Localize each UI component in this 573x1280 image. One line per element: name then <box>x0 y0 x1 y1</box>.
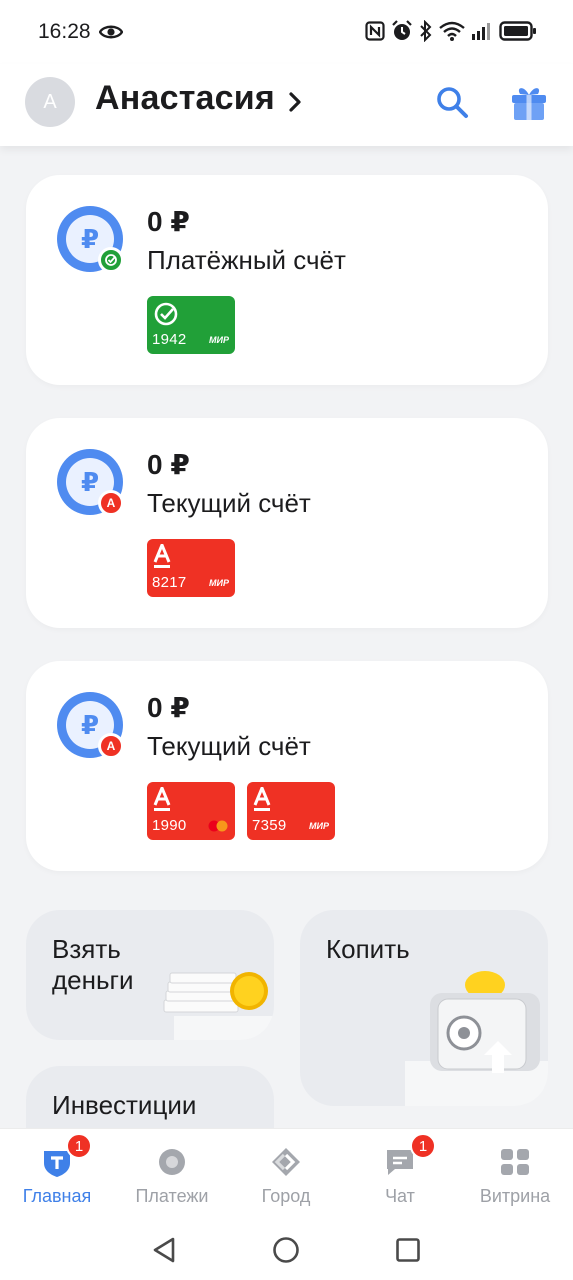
tile-label: Копить <box>326 934 410 964</box>
account-balance: 0 ₽ <box>147 206 190 237</box>
account-title: Текущий счёт <box>147 731 311 761</box>
battery-icon <box>499 21 536 41</box>
tile-label: Взять деньги <box>52 934 134 995</box>
notification-badge: 1 <box>410 1133 436 1159</box>
nav-showcase[interactable]: Витрина <box>458 1129 572 1219</box>
account-balance: 0 ₽ <box>147 449 190 480</box>
nav-payments[interactable]: Платежи <box>115 1129 229 1219</box>
nav-chat[interactable]: 1 Чат <box>343 1129 457 1219</box>
tile-label: Инвестиции <box>52 1090 197 1120</box>
showcase-grid-icon <box>501 1149 529 1175</box>
nav-label: Чат <box>385 1186 415 1206</box>
alfa-badge-icon: А <box>98 733 124 759</box>
mir-logo: МИР <box>209 578 229 588</box>
back-icon[interactable] <box>151 1236 177 1264</box>
wifi-icon <box>439 21 465 41</box>
card-number: 1942 <box>152 331 187 348</box>
home-circle-icon[interactable] <box>272 1236 300 1264</box>
nav-home[interactable]: 1 Главная <box>0 1129 114 1219</box>
alfa-logo-icon <box>253 787 271 811</box>
top-header: А Анастасия <box>0 64 573 146</box>
status-icons <box>365 20 537 42</box>
nav-label: Витрина <box>479 1186 551 1206</box>
sber-badge-icon <box>98 247 124 273</box>
avatar[interactable]: А <box>25 77 75 127</box>
payments-icon <box>159 1149 185 1175</box>
account-title: Платёжный счёт <box>147 245 346 275</box>
bank-card-8217[interactable]: 8217 МИР <box>147 539 235 597</box>
nav-label: Главная <box>22 1186 92 1206</box>
recents-square-icon[interactable] <box>395 1237 421 1263</box>
sber-logo-icon <box>154 302 178 326</box>
bottom-navigation: 1 Главная Платежи Город 1 Чат Витрина <box>0 1128 573 1218</box>
alfa-badge-icon: А <box>98 490 124 516</box>
bank-card-1990[interactable]: 1990 <box>147 782 235 840</box>
nav-label: Город <box>261 1186 311 1206</box>
alarm-icon <box>392 20 412 40</box>
bank-card-1942[interactable]: 1942 МИР <box>147 296 235 354</box>
eye-icon <box>99 25 123 39</box>
account-card-payment[interactable]: ₽ 0 ₽ Платёжный счёт 1942 МИР <box>26 175 548 385</box>
safe-box-icon <box>405 971 548 1106</box>
gift-icon[interactable] <box>510 82 548 122</box>
save-money-tile[interactable]: Копить <box>300 910 548 1106</box>
borrow-money-tile[interactable]: Взять деньги <box>26 910 274 1040</box>
money-stack-icon <box>163 972 274 1040</box>
signal-icon <box>472 23 490 40</box>
account-title: Текущий счёт <box>147 488 311 518</box>
bank-card-7359[interactable]: 7359 МИР <box>247 782 335 840</box>
profile-name[interactable]: Анастасия <box>95 79 275 118</box>
alfa-logo-icon <box>153 544 171 568</box>
notification-badge: 1 <box>66 1133 92 1159</box>
system-navigation-bar <box>0 1218 573 1280</box>
nav-city[interactable]: Город <box>229 1129 343 1219</box>
bluetooth-icon <box>420 20 432 42</box>
search-icon[interactable] <box>434 84 470 120</box>
account-card-current-1[interactable]: ₽ А 0 ₽ Текущий счёт 8217 МИР <box>26 418 548 628</box>
status-time: 16:28 <box>38 20 91 43</box>
status-bar: 16:28 <box>0 0 573 64</box>
mir-logo: МИР <box>209 335 229 345</box>
mastercard-icon <box>208 820 228 832</box>
card-number: 8217 <box>152 574 187 591</box>
investments-tile[interactable]: Инвестиции <box>26 1066 274 1128</box>
nfc-icon <box>365 21 385 41</box>
account-balance: 0 ₽ <box>147 692 190 723</box>
nav-label: Платежи <box>135 1186 209 1206</box>
card-number: 1990 <box>152 817 187 834</box>
chevron-right-icon[interactable] <box>288 91 302 113</box>
mir-logo: МИР <box>309 821 329 831</box>
city-icon <box>272 1148 300 1176</box>
card-number: 7359 <box>252 817 287 834</box>
alfa-logo-icon <box>153 787 171 811</box>
account-card-current-2[interactable]: ₽ А 0 ₽ Текущий счёт 1990 7359 МИР <box>26 661 548 871</box>
